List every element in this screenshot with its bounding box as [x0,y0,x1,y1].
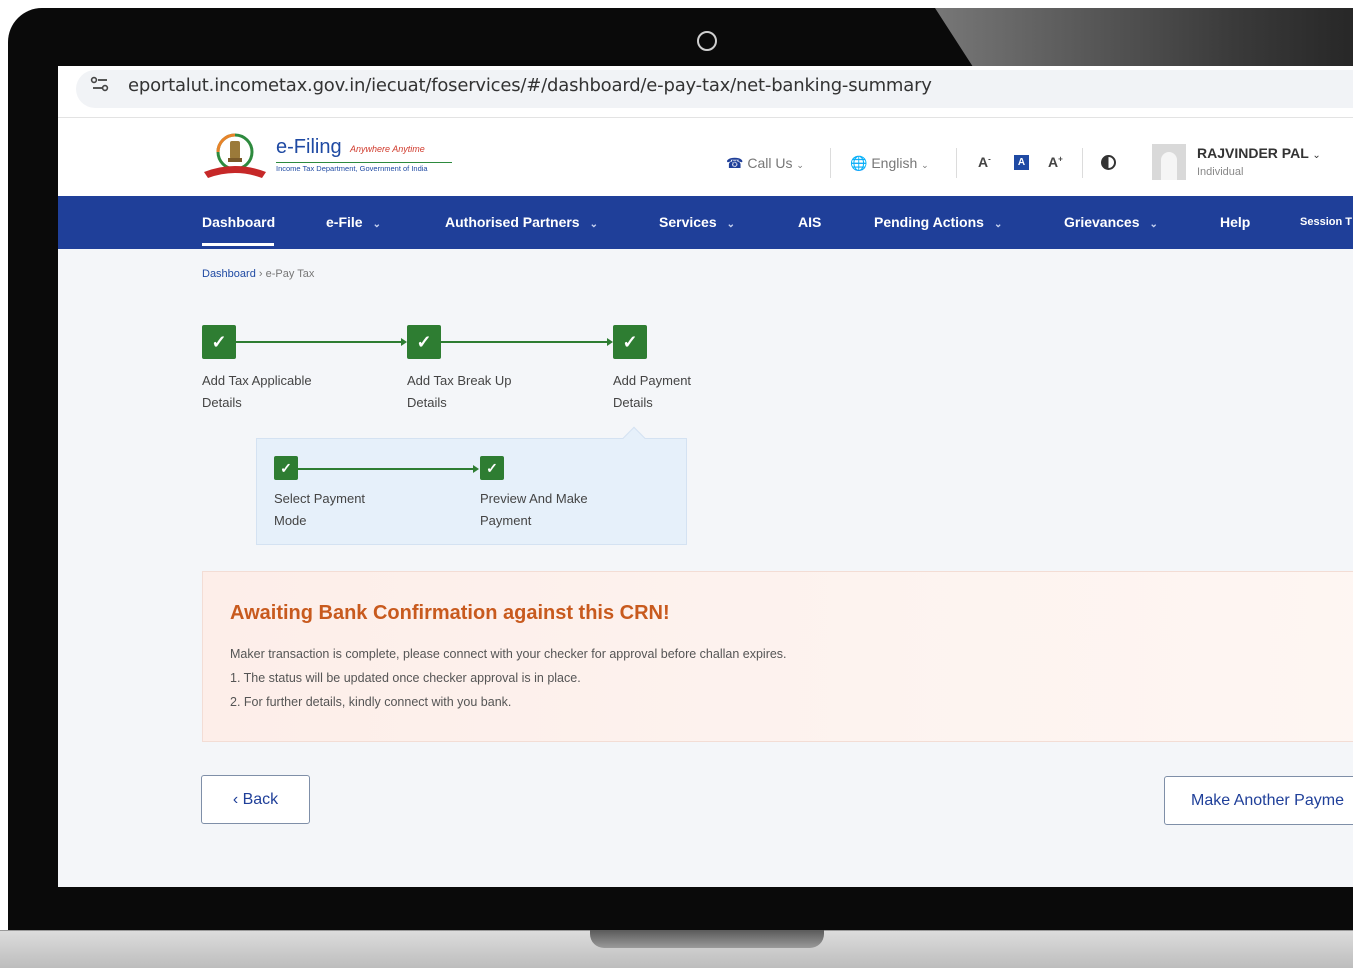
contrast-icon[interactable] [1101,155,1116,170]
nav-item-ais[interactable]: AIS [798,214,821,230]
header-divider [1082,148,1083,178]
nav-item-pending-actions[interactable]: Pending Actions ⌄ [874,214,1002,230]
alert-title: Awaiting Bank Confirmation against this … [230,602,670,624]
phone-icon: ☎ [726,155,744,171]
step-label: Add Payment Details [613,373,692,410]
laptop-mockup: eportalut.incometax.gov.in/iecuat/foserv… [0,0,1353,968]
chevron-down-icon: ⌄ [1312,150,1321,161]
site-header: e-Filing Anywhere Anytime Income Tax Dep… [58,118,1353,196]
language-label: English [871,155,918,171]
make-another-payment-button[interactable]: Make Another Payme [1164,776,1353,825]
browser-screen: eportalut.incometax.gov.in/iecuat/foserv… [58,66,1353,887]
header-divider [956,148,957,178]
nav-item-dashboard[interactable]: Dashboard [202,214,275,230]
session-timer: Session T [1300,216,1352,228]
main-nav: Dashboard e-File ⌄ Authorised Partners ⌄ S… [58,196,1353,249]
step-connector [236,341,402,343]
alert-point: 1. The status will be updated once check… [230,671,581,685]
logo-title: e-Filing [276,136,342,158]
chevron-down-icon: ⌄ [993,219,1003,230]
chevron-down-icon: ⌄ [1149,219,1158,230]
alert-message: Maker transaction is complete, please co… [230,647,787,661]
nav-item-services[interactable]: Services ⌄ [659,214,735,230]
user-role: Individual [1197,166,1244,178]
substep-complete-check-icon: ✓ [274,456,298,480]
step-connector [441,341,607,343]
language-dropdown[interactable]: 🌐 English ⌄ [850,155,929,172]
back-button[interactable]: ‹ Back [201,775,310,824]
nav-item-efile[interactable]: e-File ⌄ [326,214,381,230]
arrow-right-icon [473,465,479,473]
chevron-down-icon: ⌄ [796,160,804,170]
screen-glare [935,8,1353,70]
nav-item-authorised-partners[interactable]: Authorised Partners ⌄ [445,214,598,230]
emblem-icon [204,133,266,178]
alert-point: 2. For further details, kindly connect w… [230,695,512,709]
chevron-left-icon: ‹ [232,791,239,808]
step-complete-check-icon: ✓ [202,325,236,359]
address-bar: eportalut.incometax.gov.in/iecuat/foserv… [58,66,1353,118]
font-decrease-button[interactable]: A- [978,154,991,170]
laptop-hinge [590,930,824,948]
substep-label: Select Payment Mode [274,491,366,528]
call-us-label: Call Us [747,155,793,171]
bank-confirmation-alert: Awaiting Bank Confirmation against this … [202,571,1353,742]
webcam-icon [697,31,717,51]
substep-connector [298,468,474,470]
back-button-label: Back [242,791,279,808]
breadcrumb-dashboard-link[interactable]: Dashboard [202,268,256,280]
step-complete-check-icon: ✓ [407,325,441,359]
chevron-right-icon: › [258,268,266,280]
step-label: Add Tax Break Up Details [407,373,512,410]
site-settings-icon[interactable] [90,76,112,96]
nav-item-grievances[interactable]: Grievances ⌄ [1064,214,1158,230]
user-menu[interactable]: RAJVINDER PAL ⌄ [1197,145,1321,161]
step-label: Add Tax Applicable Details [202,373,312,410]
efiling-logo[interactable]: e-Filing Anywhere Anytime Income Tax Dep… [202,132,462,182]
url-text[interactable]: eportalut.incometax.gov.in/iecuat/foserv… [128,75,932,96]
nav-item-help[interactable]: Help [1220,214,1250,230]
globe-icon: 🌐 [850,155,868,171]
avatar[interactable] [1152,144,1186,180]
chevron-down-icon: ⌄ [726,219,735,230]
step-complete-check-icon: ✓ [613,325,647,359]
logo-tagline: Anywhere Anytime [350,144,425,154]
chevron-down-icon: ⌄ [589,219,598,230]
user-name: RAJVINDER PAL [1197,145,1309,161]
font-increase-button[interactable]: A+ [1048,154,1063,170]
chevron-down-icon: ⌄ [372,219,381,230]
header-divider [830,148,831,178]
substep-complete-check-icon: ✓ [480,456,504,480]
substep-label: Preview And Make Payment [480,491,588,528]
call-us-dropdown[interactable]: ☎ Call Us ⌄ [726,155,804,172]
breadcrumb-current: e-Pay Tax [265,268,315,280]
breadcrumb: Dashboard › e-Pay Tax [202,268,314,280]
logo-subtitle: Income Tax Department, Government of Ind… [276,162,452,173]
chevron-down-icon: ⌄ [921,160,929,170]
font-normal-button[interactable]: A [1014,155,1029,170]
active-indicator [202,243,274,246]
